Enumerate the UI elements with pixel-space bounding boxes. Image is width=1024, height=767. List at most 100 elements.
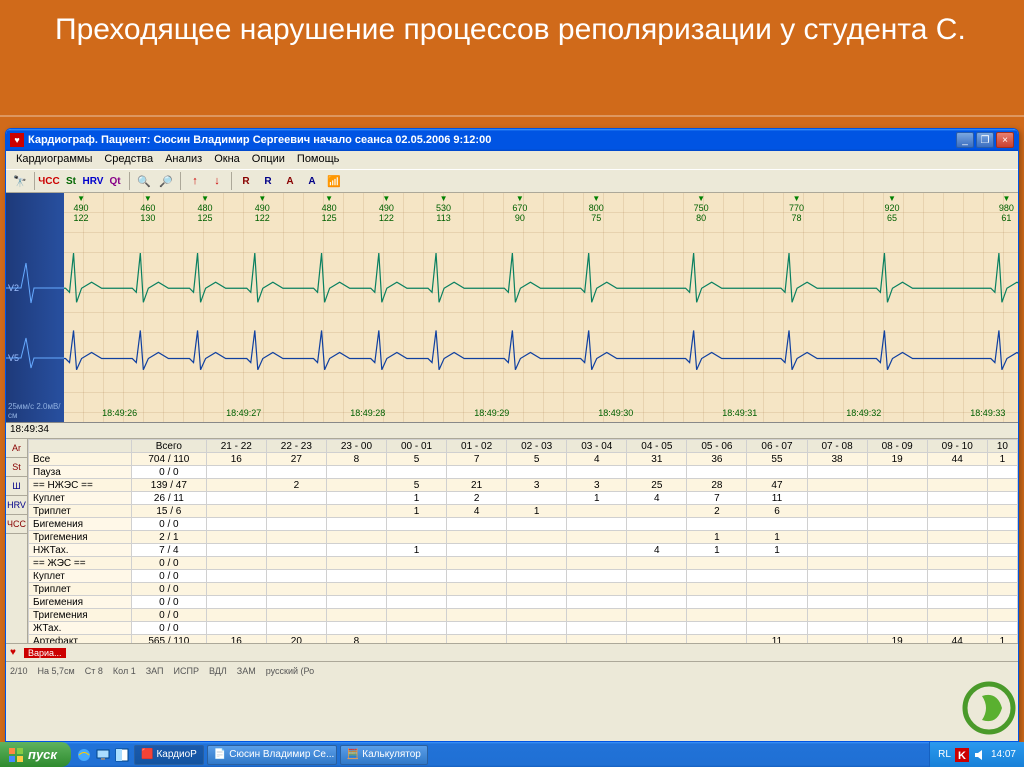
- slide-logo: [962, 681, 1016, 735]
- vtab-hrv[interactable]: HRV: [6, 496, 27, 515]
- minimize-button[interactable]: _: [956, 132, 974, 148]
- vtab-st[interactable]: St: [6, 458, 27, 477]
- ecg-beat-marker: 480125: [322, 195, 337, 224]
- table-cell: [987, 544, 1017, 557]
- desktop-icon[interactable]: [94, 746, 112, 764]
- down-arrow-icon[interactable]: ↓: [207, 171, 227, 191]
- table-row[interactable]: == НЖЭС ==139 / 47252133252847: [29, 479, 1018, 492]
- ecg-plot[interactable]: 4901224601304801254901224801254901225301…: [64, 193, 1018, 422]
- table-header[interactable]: 01 - 02: [447, 440, 507, 453]
- table-header[interactable]: 07 - 08: [807, 440, 867, 453]
- table-header[interactable]: [29, 440, 132, 453]
- table-header[interactable]: 22 - 23: [266, 440, 326, 453]
- menu-sredstva[interactable]: Средства: [98, 151, 159, 169]
- table-header[interactable]: 08 - 09: [867, 440, 927, 453]
- binoculars-icon[interactable]: 🔭: [10, 171, 30, 191]
- table-header[interactable]: 00 - 01: [386, 440, 446, 453]
- tray-clock[interactable]: 14:07: [991, 749, 1016, 760]
- zoom-in-icon[interactable]: 🔍: [134, 171, 154, 191]
- data-table[interactable]: Всего21 - 2222 - 2323 - 0000 - 0101 - 02…: [28, 439, 1018, 643]
- table-row[interactable]: Тригемения2 / 111: [29, 531, 1018, 544]
- table-row[interactable]: ЖТах.0 / 0: [29, 622, 1018, 635]
- table-cell: [567, 518, 627, 531]
- signal-icon[interactable]: 📶: [324, 171, 344, 191]
- table-row[interactable]: Бигемения0 / 0: [29, 596, 1018, 609]
- up-arrow-icon[interactable]: ↑: [185, 171, 205, 191]
- table-header[interactable]: 02 - 03: [507, 440, 567, 453]
- a-button-1[interactable]: A: [280, 171, 300, 191]
- taskbar-item[interactable]: 🟥КардиоР: [134, 745, 204, 765]
- table-header[interactable]: 05 - 06: [687, 440, 747, 453]
- tray-lang[interactable]: RL: [938, 749, 951, 760]
- table-header[interactable]: 09 - 10: [927, 440, 987, 453]
- table-row[interactable]: Триплет0 / 0: [29, 583, 1018, 596]
- vtab-chss[interactable]: ЧСС: [6, 515, 27, 534]
- r-button-1[interactable]: R: [236, 171, 256, 191]
- status-tag[interactable]: Вариа...: [24, 648, 66, 658]
- table-header[interactable]: 21 - 22: [206, 440, 266, 453]
- table-row[interactable]: НЖТах.7 / 41411: [29, 544, 1018, 557]
- table-header[interactable]: Всего: [131, 440, 206, 453]
- menu-okna[interactable]: Окна: [208, 151, 246, 169]
- zoom-out-icon[interactable]: 🔎: [156, 171, 176, 191]
- st-button[interactable]: St: [61, 171, 81, 191]
- close-button[interactable]: ×: [996, 132, 1014, 148]
- taskbar-item[interactable]: 🧮Калькулятор: [340, 745, 428, 765]
- table-cell: [987, 518, 1017, 531]
- system-tray[interactable]: RL K 14:07: [929, 742, 1024, 767]
- table-cell: [627, 622, 687, 635]
- r-button-2[interactable]: R: [258, 171, 278, 191]
- table-cell: [266, 518, 326, 531]
- menu-analiz[interactable]: Анализ: [159, 151, 208, 169]
- table-row[interactable]: Тригемения0 / 0: [29, 609, 1018, 622]
- table-cell: [747, 518, 807, 531]
- kaspersky-icon[interactable]: K: [955, 748, 969, 762]
- table-row[interactable]: Все704 / 1101627857543136553819441: [29, 453, 1018, 466]
- qt-button[interactable]: Qt: [105, 171, 125, 191]
- table-row[interactable]: == ЖЭС ==0 / 0: [29, 557, 1018, 570]
- table-header[interactable]: 10: [987, 440, 1017, 453]
- table-row[interactable]: Триплет15 / 614126: [29, 505, 1018, 518]
- table-cell: [447, 531, 507, 544]
- table-header[interactable]: 04 - 05: [627, 440, 687, 453]
- status-field: 2/10: [10, 666, 28, 676]
- maximize-button[interactable]: ❐: [976, 132, 994, 148]
- volume-icon[interactable]: [973, 748, 987, 762]
- table-cell: [326, 557, 386, 570]
- table-row[interactable]: Куплет0 / 0: [29, 570, 1018, 583]
- table-cell: [927, 466, 987, 479]
- time-bar: 18:49:34: [6, 423, 1018, 439]
- table-cell: [867, 492, 927, 505]
- chss-button[interactable]: ЧСС: [39, 171, 59, 191]
- start-button[interactable]: пуск: [0, 742, 71, 767]
- vtab-ar[interactable]: Ar: [6, 439, 27, 458]
- row-label: Тригемения: [29, 609, 132, 622]
- status-field: ЗАП: [146, 666, 164, 676]
- menu-optsii[interactable]: Опции: [246, 151, 291, 169]
- row-label: == ЖЭС ==: [29, 557, 132, 570]
- vtab-sh[interactable]: Ш: [6, 477, 27, 496]
- taskbar-item[interactable]: 📄Сюсин Владимир Се...: [207, 745, 337, 765]
- status-field: ВДЛ: [209, 666, 227, 676]
- ecg-area[interactable]: V2 V5 25мм/с 2.0мВ/см 490122460130480125…: [6, 193, 1018, 423]
- window-titlebar[interactable]: ♥ Кардиограф. Пациент: Сюсин Владимир Се…: [6, 129, 1018, 151]
- menu-pomoshch[interactable]: Помощь: [291, 151, 346, 169]
- table-cell: 7: [687, 492, 747, 505]
- table-header[interactable]: 06 - 07: [747, 440, 807, 453]
- table-cell: [507, 596, 567, 609]
- table-header[interactable]: 03 - 04: [567, 440, 627, 453]
- totalcmd-icon[interactable]: [113, 746, 131, 764]
- menu-kardiogrammy[interactable]: Кардиограммы: [10, 151, 98, 169]
- table-cell: [326, 570, 386, 583]
- table-header[interactable]: 23 - 00: [326, 440, 386, 453]
- table-cell: [927, 492, 987, 505]
- a-button-2[interactable]: A: [302, 171, 322, 191]
- table-row[interactable]: Куплет26 / 111214711: [29, 492, 1018, 505]
- table-cell: 8: [326, 635, 386, 644]
- table-row[interactable]: Пауза0 / 0: [29, 466, 1018, 479]
- table-row[interactable]: Бигемения0 / 0: [29, 518, 1018, 531]
- table-row[interactable]: Артефакт565 / 110162081119441: [29, 635, 1018, 644]
- ie-icon[interactable]: [75, 746, 93, 764]
- row-label: Триплет: [29, 583, 132, 596]
- hrv-button[interactable]: HRV: [83, 171, 103, 191]
